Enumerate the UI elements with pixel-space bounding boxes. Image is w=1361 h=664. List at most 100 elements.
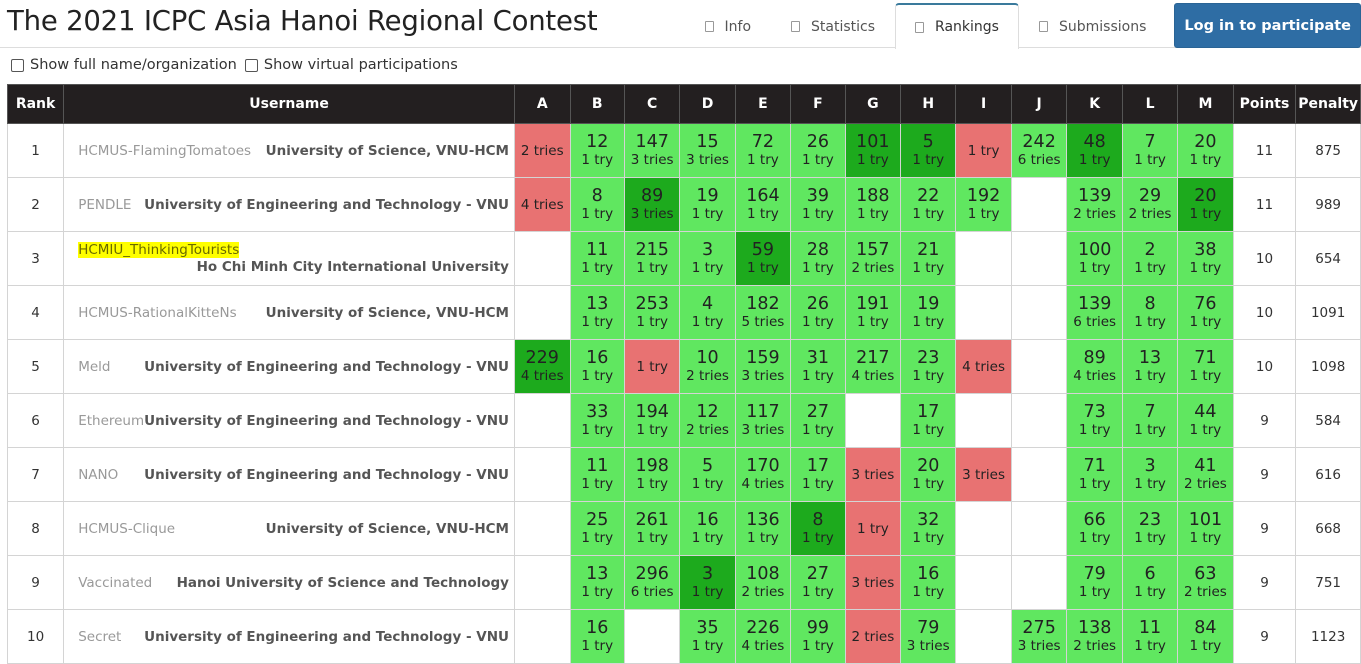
- problem-cell-d[interactable]: 16 1 try: [679, 501, 736, 556]
- problem-cell-g[interactable]: 101 1 try: [844, 123, 902, 178]
- problem-cell-b[interactable]: 16 1 try: [569, 609, 625, 664]
- problem-cell-k[interactable]: 139 2 tries: [1066, 177, 1123, 232]
- problem-cell-b[interactable]: 12 1 try: [569, 123, 625, 178]
- problem-cell-i[interactable]: 192 1 try: [955, 177, 1012, 232]
- problem-header-k[interactable]: K: [1066, 84, 1123, 124]
- problem-cell-f[interactable]: 26 1 try: [790, 123, 846, 178]
- problem-cell-c[interactable]: 194 1 try: [623, 393, 681, 448]
- problem-cell-m[interactable]: 20 1 try: [1177, 123, 1234, 178]
- problem-cell-h[interactable]: 23 1 try: [900, 339, 957, 394]
- problem-cell-f[interactable]: 27 1 try: [790, 555, 846, 610]
- problem-cell-b[interactable]: 13 1 try: [569, 555, 625, 610]
- problem-cell-k[interactable]: 138 2 tries: [1066, 609, 1123, 664]
- show-virtual-checkbox[interactable]: [244, 58, 258, 72]
- problem-header-b[interactable]: B: [569, 84, 625, 124]
- problem-cell-m[interactable]: 101 1 try: [1177, 501, 1234, 556]
- username-link[interactable]: NANO: [78, 467, 118, 483]
- problem-cell-g[interactable]: 188 1 try: [844, 177, 902, 232]
- problem-cell-j[interactable]: 275 3 tries: [1010, 609, 1068, 664]
- problem-cell-k[interactable]: 48 1 try: [1066, 123, 1123, 178]
- username-link[interactable]: Vaccinated: [78, 575, 152, 591]
- username-link[interactable]: PENDLE: [78, 197, 131, 213]
- problem-cell-i[interactable]: 3 tries: [955, 447, 1012, 502]
- problem-cell-l[interactable]: 13 1 try: [1121, 339, 1179, 394]
- problem-cell-e[interactable]: 226 4 tries: [734, 609, 792, 664]
- problem-header-m[interactable]: M: [1177, 84, 1234, 124]
- problem-cell-f[interactable]: 17 1 try: [790, 447, 846, 502]
- problem-cell-b[interactable]: 13 1 try: [569, 285, 625, 340]
- problem-cell-g[interactable]: 1 try: [844, 501, 902, 556]
- problem-cell-a[interactable]: 2 tries: [513, 123, 571, 178]
- problem-cell-f[interactable]: 39 1 try: [790, 177, 846, 232]
- problem-header-l[interactable]: L: [1121, 84, 1179, 124]
- problem-cell-h[interactable]: 19 1 try: [900, 285, 957, 340]
- problem-cell-e[interactable]: 159 3 tries: [734, 339, 792, 394]
- problem-cell-l[interactable]: 23 1 try: [1121, 501, 1179, 556]
- tab-submissions[interactable]: Submissions: [1019, 4, 1166, 48]
- username-header[interactable]: Username: [63, 84, 515, 124]
- problem-cell-m[interactable]: 41 2 tries: [1177, 447, 1234, 502]
- points-header[interactable]: Points: [1232, 84, 1297, 124]
- problem-cell-k[interactable]: 89 4 tries: [1066, 339, 1123, 394]
- problem-cell-b[interactable]: 33 1 try: [569, 393, 625, 448]
- username-link[interactable]: Ethereum: [78, 413, 144, 429]
- login-button[interactable]: Log in to participate: [1174, 3, 1361, 48]
- problem-cell-i[interactable]: 1 try: [955, 123, 1012, 178]
- problem-cell-d[interactable]: 31 try: [679, 555, 736, 610]
- problem-cell-d[interactable]: 15 3 tries: [679, 123, 736, 178]
- problem-cell-e[interactable]: 72 1 try: [734, 123, 792, 178]
- problem-cell-f[interactable]: 27 1 try: [790, 393, 846, 448]
- problem-cell-h[interactable]: 21 1 try: [900, 231, 957, 286]
- problem-cell-d[interactable]: 51 try: [679, 447, 736, 502]
- username-link[interactable]: HCMUS-Clique: [78, 521, 175, 537]
- tab-statistics[interactable]: Statistics: [771, 4, 895, 48]
- problem-cell-g[interactable]: 157 2 tries: [844, 231, 902, 286]
- penalty-header[interactable]: Penalty: [1295, 84, 1361, 124]
- tab-info[interactable]: Info: [685, 4, 772, 48]
- problem-header-d[interactable]: D: [679, 84, 736, 124]
- problem-cell-h[interactable]: 20 1 try: [900, 447, 957, 502]
- username-link[interactable]: Meld: [78, 359, 110, 375]
- problem-cell-m[interactable]: 76 1 try: [1177, 285, 1234, 340]
- problem-cell-e[interactable]: 164 1 try: [734, 177, 792, 232]
- problem-header-c[interactable]: C: [623, 84, 681, 124]
- problem-cell-c[interactable]: 1 try: [623, 339, 681, 394]
- problem-cell-h[interactable]: 51 try: [900, 123, 957, 178]
- problem-cell-k[interactable]: 73 1 try: [1066, 393, 1123, 448]
- problem-cell-h[interactable]: 22 1 try: [900, 177, 957, 232]
- problem-cell-k[interactable]: 79 1 try: [1066, 555, 1123, 610]
- problem-cell-c[interactable]: 261 1 try: [623, 501, 681, 556]
- tab-rankings[interactable]: Rankings: [895, 3, 1019, 49]
- problem-cell-a[interactable]: 229 4 tries: [513, 339, 571, 394]
- problem-cell-h[interactable]: 79 3 tries: [900, 609, 957, 664]
- problem-cell-d[interactable]: 19 1 try: [679, 177, 736, 232]
- problem-header-e[interactable]: E: [734, 84, 792, 124]
- rank-header[interactable]: Rank: [6, 84, 65, 124]
- problem-header-g[interactable]: G: [844, 84, 902, 124]
- problem-cell-e[interactable]: 182 5 tries: [734, 285, 792, 340]
- problem-cell-d[interactable]: 10 2 tries: [679, 339, 736, 394]
- problem-cell-m[interactable]: 63 2 tries: [1177, 555, 1234, 610]
- problem-cell-h[interactable]: 16 1 try: [900, 555, 957, 610]
- username-link[interactable]: HCMIU_ThinkingTourists: [78, 242, 240, 258]
- problem-cell-b[interactable]: 11 1 try: [569, 447, 625, 502]
- problem-cell-b[interactable]: 81 try: [569, 177, 625, 232]
- problem-cell-k[interactable]: 66 1 try: [1066, 501, 1123, 556]
- problem-cell-k[interactable]: 71 1 try: [1066, 447, 1123, 502]
- problem-cell-f[interactable]: 28 1 try: [790, 231, 846, 286]
- problem-cell-e[interactable]: 170 4 tries: [734, 447, 792, 502]
- problem-cell-e[interactable]: 108 2 tries: [734, 555, 792, 610]
- problem-cell-m[interactable]: 84 1 try: [1177, 609, 1234, 664]
- problem-cell-c[interactable]: 253 1 try: [623, 285, 681, 340]
- problem-cell-h[interactable]: 17 1 try: [900, 393, 957, 448]
- problem-cell-c[interactable]: 198 1 try: [623, 447, 681, 502]
- problem-cell-m[interactable]: 38 1 try: [1177, 231, 1234, 286]
- problem-cell-c[interactable]: 296 6 tries: [623, 555, 681, 610]
- problem-cell-d[interactable]: 31 try: [679, 231, 736, 286]
- problem-cell-l[interactable]: 29 2 tries: [1121, 177, 1179, 232]
- problem-cell-c[interactable]: 215 1 try: [623, 231, 681, 286]
- problem-cell-l[interactable]: 31 try: [1121, 447, 1179, 502]
- problem-cell-l[interactable]: 71 try: [1121, 123, 1179, 178]
- username-link[interactable]: HCMUS-FlamingTomatoes: [78, 143, 251, 159]
- show-full-name-option[interactable]: Show full name/organization: [11, 57, 237, 73]
